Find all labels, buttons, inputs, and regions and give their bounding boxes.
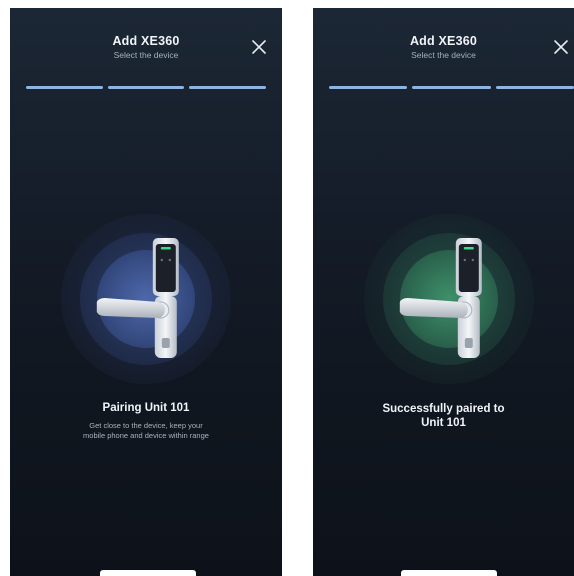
door-lock-icon: [96, 238, 179, 358]
page-title: Add XE360: [112, 34, 180, 48]
progress-segment: [329, 86, 408, 89]
progress-segment: [189, 86, 267, 89]
status-description-line: Get close to the device, keep your: [89, 421, 203, 430]
page-title: Add XE360: [409, 34, 478, 48]
status-description-line: mobile phone and device within range: [83, 431, 209, 440]
device-illustration: [313, 184, 574, 414]
page-subtitle: Select the device: [113, 50, 179, 60]
progress-segment: [412, 86, 491, 89]
close-icon: [554, 40, 568, 54]
status-panel: Successfully paired to Unit 101: [323, 402, 564, 430]
status-title: Successfully paired to: [382, 403, 505, 415]
status-title: Unit 101: [421, 417, 466, 429]
header: Add XE360 Select the device: [313, 34, 574, 60]
status-title: Pairing Unit 101: [102, 402, 190, 414]
continue-button[interactable]: [100, 570, 196, 576]
device-illustration: [10, 184, 282, 414]
close-icon: [252, 40, 266, 54]
header: Add XE360 Select the device: [10, 34, 282, 60]
status-description: Get close to the device, keep your mobil…: [20, 421, 272, 441]
status-panel: Pairing Unit 101 Get close to the device…: [20, 401, 272, 441]
page-subtitle: Select the device: [411, 50, 476, 60]
progress-segment: [107, 86, 185, 89]
pairing-screen: Add XE360 Select the device Pairing Unit…: [10, 8, 282, 576]
continue-button[interactable]: [401, 570, 497, 576]
close-button[interactable]: [250, 38, 268, 56]
progress-bar: [26, 86, 267, 89]
canvas: Add XE360 Select the device Pairing Unit…: [0, 0, 574, 576]
paired-screen: Add XE360 Select the device Successfully…: [313, 8, 574, 576]
door-lock-icon: [399, 238, 482, 358]
progress-bar: [329, 86, 574, 89]
progress-segment: [495, 86, 574, 89]
progress-segment: [26, 86, 103, 89]
close-button[interactable]: [552, 38, 570, 56]
